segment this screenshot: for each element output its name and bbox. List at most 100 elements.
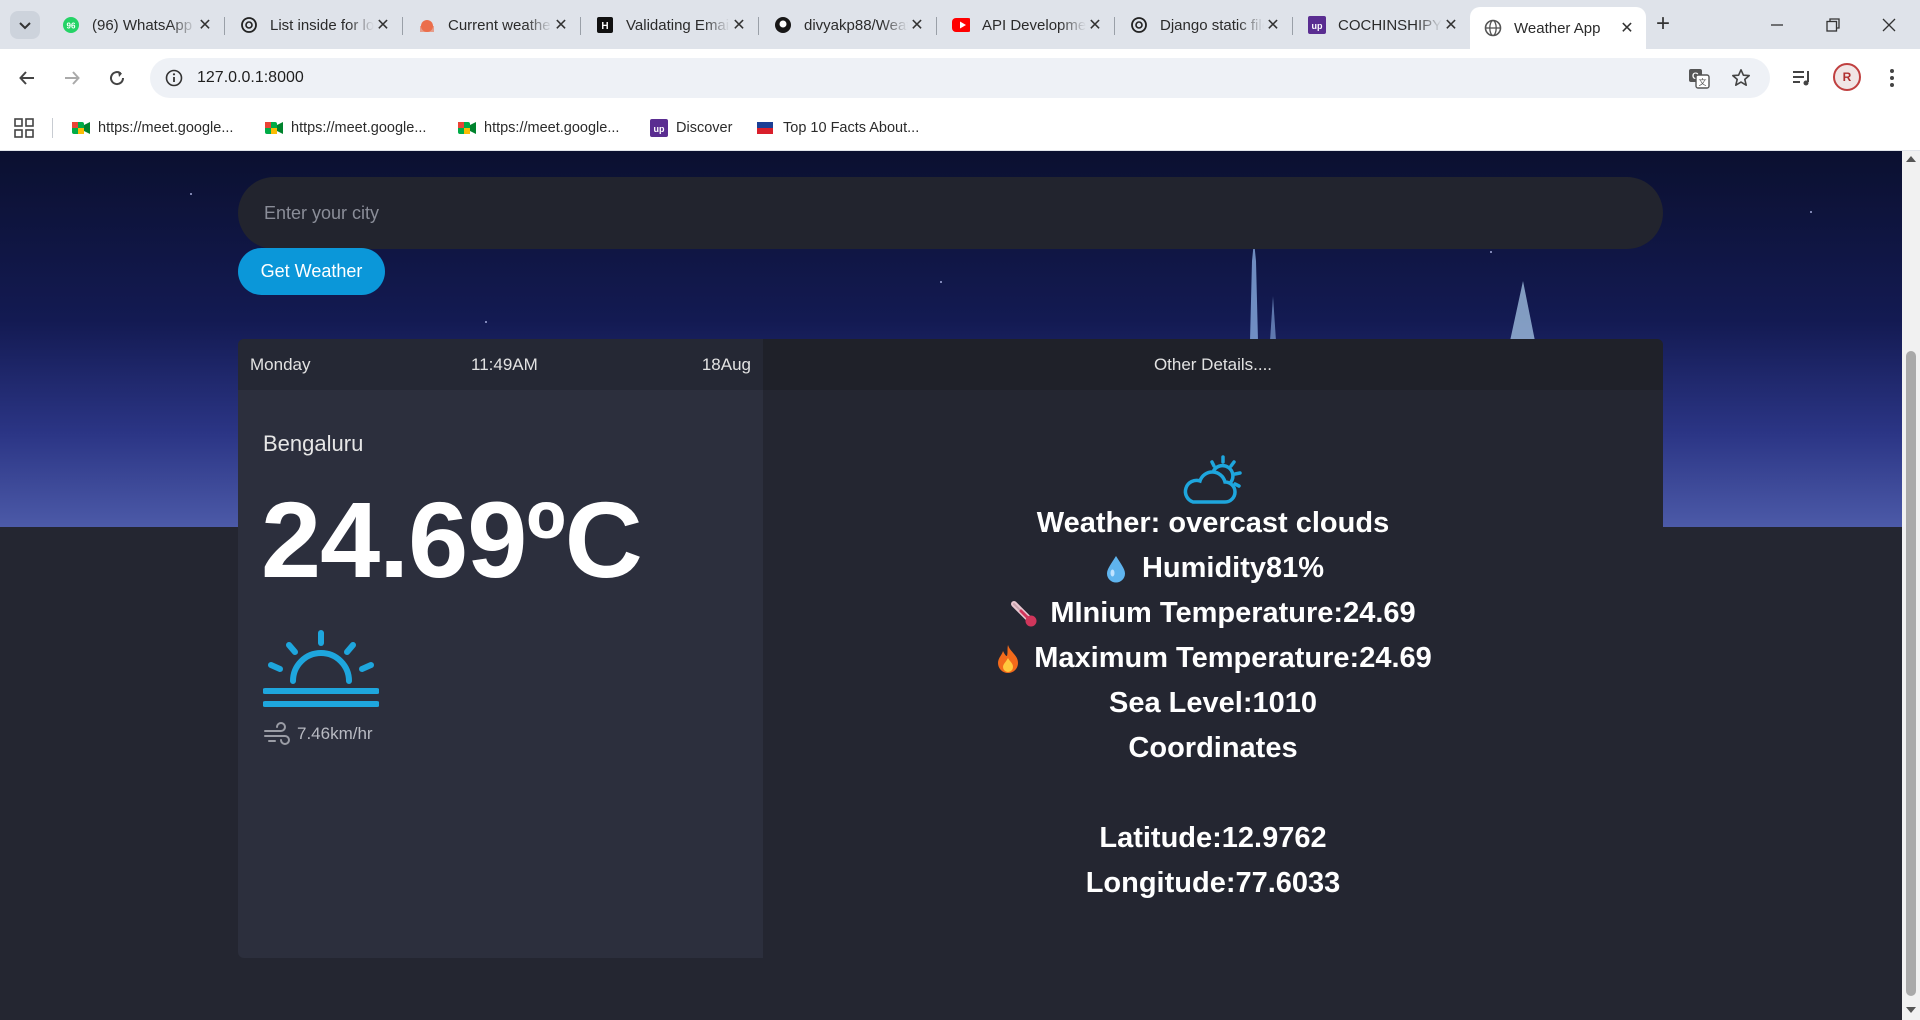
star-decoration <box>940 281 942 283</box>
max-temperature-row: Maximum Temperature:24.69 <box>763 636 1663 681</box>
close-icon[interactable]: ✕ <box>1618 19 1636 37</box>
weather-card: Monday 11:49AM 18Aug Bengaluru 24.69ºC 7… <box>238 339 1663 958</box>
minimize-icon <box>1771 24 1783 26</box>
close-icon[interactable]: ✕ <box>196 16 214 34</box>
min-temperature: MInium Temperature:24.69 <box>1050 597 1416 629</box>
fire-icon <box>994 644 1022 674</box>
browser-tab-strip: 96 (96) WhatsApp ✕ List inside for loop … <box>0 0 1920 49</box>
blank-row <box>763 771 1663 816</box>
google-meet-icon <box>72 120 90 136</box>
google-meet-icon <box>265 120 283 136</box>
arrow-left-icon <box>19 71 34 85</box>
back-button[interactable] <box>11 62 43 94</box>
browser-tab[interactable]: List inside for loop ✕ <box>226 7 403 43</box>
tab-title: COCHINSHIPYARD <box>1338 16 1442 34</box>
skyline-decoration <box>1250 241 1276 341</box>
close-icon[interactable]: ✕ <box>730 16 748 34</box>
close-icon[interactable]: ✕ <box>374 16 392 34</box>
new-tab-button[interactable]: + <box>1650 12 1676 38</box>
close-icon[interactable]: ✕ <box>552 16 570 34</box>
city-name: Bengaluru <box>263 431 364 456</box>
minimize-button[interactable] <box>1762 10 1792 40</box>
upstox-icon: up <box>650 119 668 137</box>
browser-tab[interactable]: API Development ✕ <box>938 7 1115 43</box>
tab-separator <box>580 17 581 35</box>
profile-avatar[interactable]: R <box>1833 63 1861 91</box>
scroll-down-arrow-icon[interactable] <box>1906 1007 1916 1013</box>
weather-details: Weather: overcast clouds Humidity81% MIn… <box>763 501 1663 906</box>
bookmark-item[interactable]: https://meet.google... <box>265 117 426 139</box>
page-viewport: Get Weather Monday 11:49AM 18Aug Bengalu… <box>0 151 1902 1020</box>
sea-level-row: Sea Level:1010 <box>763 681 1663 726</box>
browser-tab[interactable]: up COCHINSHIPYARD ✕ <box>1294 7 1470 43</box>
close-icon[interactable]: ✕ <box>1086 16 1104 34</box>
translate-icon[interactable]: G文 <box>1686 65 1712 91</box>
details-heading: Other Details.... <box>763 339 1663 390</box>
weather-description: Weather: overcast clouds <box>1036 507 1390 539</box>
reload-button[interactable] <box>101 62 133 94</box>
site-info-icon[interactable] <box>162 66 186 90</box>
bookmark-item[interactable]: https://meet.google... <box>458 117 619 139</box>
close-icon[interactable]: ✕ <box>908 16 926 34</box>
weather-description-row: Weather: overcast clouds <box>763 501 1663 546</box>
bookmark-item[interactable]: https://meet.google... <box>72 117 233 139</box>
apps-grid-icon[interactable] <box>14 118 34 138</box>
latitude: Latitude:12.9762 <box>1099 822 1327 854</box>
longitude: Longitude:77.6033 <box>1085 867 1341 899</box>
min-temperature-row: MInium Temperature:24.69 <box>763 591 1663 636</box>
media-control-button[interactable] <box>1786 62 1818 94</box>
tab-search-button[interactable] <box>10 11 40 39</box>
browser-tab[interactable]: H Validating Email ✕ <box>582 7 759 43</box>
close-icon[interactable]: ✕ <box>1442 16 1460 34</box>
bookmark-label: Discover <box>676 120 733 136</box>
browser-tab[interactable]: divyakp88/Weather ✕ <box>760 7 937 43</box>
scroll-up-arrow-icon[interactable] <box>1906 156 1916 162</box>
svg-text:H: H <box>601 21 608 32</box>
bookmark-item[interactable]: up Discover <box>650 117 732 139</box>
close-icon[interactable]: ✕ <box>1264 16 1282 34</box>
google-meet-icon <box>458 120 476 136</box>
github-icon <box>774 16 792 34</box>
browser-menu-button[interactable] <box>1876 62 1908 94</box>
sunrise-icon <box>263 630 379 707</box>
bookmark-label: Top 10 Facts About... <box>783 120 920 136</box>
tab-title: (96) WhatsApp <box>92 16 193 34</box>
tab-separator <box>758 17 759 35</box>
star-decoration <box>1490 251 1492 253</box>
max-temperature: Maximum Temperature:24.69 <box>1034 642 1432 674</box>
date-header: Monday 11:49AM 18Aug <box>238 339 763 390</box>
scrollbar-thumb[interactable] <box>1906 351 1916 996</box>
bookmark-label: https://meet.google... <box>291 120 427 136</box>
bookmark-item[interactable]: Top 10 Facts About... <box>757 117 919 139</box>
star-decoration <box>190 193 192 195</box>
page-scrollbar[interactable] <box>1902 151 1920 1020</box>
browser-tab[interactable]: Django static files ✕ <box>1116 7 1293 43</box>
arrow-right-icon <box>65 71 80 85</box>
hashnode-icon: H <box>596 16 614 34</box>
close-window-button[interactable] <box>1874 10 1904 40</box>
tab-separator <box>936 17 937 35</box>
svg-text:文: 文 <box>1699 77 1707 87</box>
bookmark-label: https://meet.google... <box>98 120 234 136</box>
skyline-decoration <box>1510 281 1535 341</box>
date-label: 18Aug <box>701 355 751 374</box>
openweather-icon <box>418 16 436 34</box>
latitude-row: Latitude:12.9762 <box>763 816 1663 861</box>
browser-tab[interactable]: Current weather data ✕ <box>404 7 581 43</box>
humidity-value: Humidity81% <box>1141 552 1325 584</box>
thermometer-icon <box>1010 599 1038 629</box>
tab-separator <box>224 17 225 35</box>
browser-tab[interactable]: 96 (96) WhatsApp ✕ <box>48 7 225 43</box>
restore-button[interactable] <box>1818 10 1848 40</box>
openai-icon <box>1130 16 1148 34</box>
svg-text:up: up <box>654 124 665 134</box>
forward-button[interactable] <box>56 62 88 94</box>
droplet-icon <box>1102 554 1130 584</box>
current-weather-panel: Monday 11:49AM 18Aug Bengaluru 24.69ºC 7… <box>238 339 763 958</box>
city-search-input[interactable] <box>238 177 1663 249</box>
get-weather-button[interactable]: Get Weather <box>238 248 385 295</box>
svg-text:up: up <box>1312 21 1323 31</box>
bookmark-star-icon[interactable] <box>1728 65 1754 91</box>
browser-tab-active[interactable]: Weather App ✕ <box>1470 7 1646 49</box>
address-bar[interactable]: 127.0.0.1:8000 G文 <box>150 58 1770 98</box>
